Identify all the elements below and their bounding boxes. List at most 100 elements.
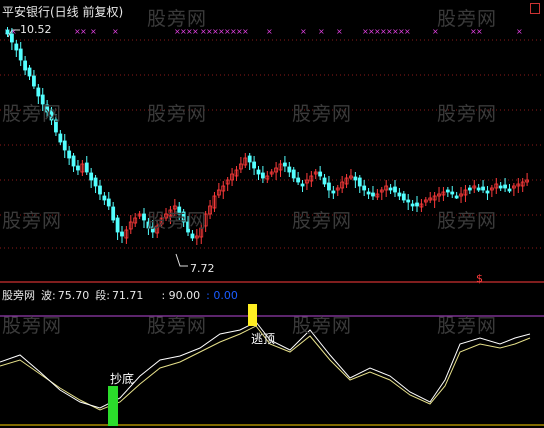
candle-body — [415, 202, 419, 207]
candle-body — [252, 161, 256, 169]
candle-body — [142, 213, 146, 221]
candle-body — [362, 185, 367, 191]
candle-body — [371, 192, 375, 197]
watermark: 股旁网 — [292, 315, 353, 337]
bottom-signal-label: 抄底 — [110, 372, 135, 386]
maximize-icon[interactable] — [530, 3, 540, 14]
candle-body — [454, 195, 459, 199]
indicator-header: 股旁网 波: 75.70 段: 71.71 : 90.00 : 0.00 — [2, 287, 244, 303]
top-signal-label: 逃顶 — [251, 332, 276, 346]
x-mark: × — [404, 27, 411, 36]
watermark: 股旁网 — [292, 210, 353, 232]
x-mark: × — [242, 27, 249, 36]
candle-body — [190, 233, 195, 239]
candle-body — [498, 185, 503, 189]
candle-body — [507, 188, 512, 192]
candle-body — [481, 186, 485, 191]
watermark: 股旁网 — [437, 210, 498, 232]
candle-body — [393, 186, 397, 193]
x-mark: × — [516, 27, 523, 36]
upper-level-value: : 90.00 — [161, 289, 201, 302]
segment-label: 段: — [95, 289, 110, 302]
candle-body — [10, 33, 14, 43]
candle-body — [388, 187, 393, 191]
dollar-marker: $ — [476, 272, 483, 285]
top-signal-bar — [248, 304, 257, 326]
watermark: 股旁网 — [2, 315, 63, 337]
x-mark: × — [90, 27, 97, 36]
x-mark: × — [300, 27, 307, 36]
watermark: 股旁网 — [147, 8, 208, 30]
candle-body — [32, 75, 36, 87]
watermark: 股旁网 — [147, 210, 208, 232]
wave-value: 75.70 — [57, 289, 90, 302]
candle-body — [450, 191, 455, 195]
candle-body — [260, 172, 265, 179]
candle-body — [318, 171, 323, 177]
candle-body — [14, 43, 19, 51]
candle-body — [467, 187, 472, 191]
price-high-label: 10.52 — [20, 23, 52, 36]
candle-body — [120, 231, 124, 237]
watermark: 股旁网 — [147, 103, 208, 125]
candle-body — [485, 190, 490, 194]
candle-body — [300, 183, 305, 187]
candle-body — [71, 155, 76, 167]
bottom-signal-bar — [108, 386, 118, 426]
x-mark: × — [80, 27, 87, 36]
x-mark: × — [336, 27, 343, 36]
candle-body — [27, 67, 32, 77]
x-mark: × — [266, 27, 273, 36]
candle-body — [327, 182, 331, 191]
candle-body — [445, 189, 450, 193]
watermark: 股旁网 — [2, 103, 63, 125]
candle-body — [503, 184, 507, 189]
x-mark: × — [112, 27, 119, 36]
candle-body — [406, 199, 411, 203]
candle-body — [62, 140, 67, 151]
candle-body — [256, 169, 261, 175]
candle-body — [115, 217, 120, 233]
candle-body — [247, 155, 252, 163]
watermark: 股旁网 — [147, 315, 208, 337]
low-pointer — [175, 253, 188, 267]
candle-body — [283, 162, 287, 167]
candle-body — [111, 206, 116, 221]
lower-level-value: : 0.00 — [206, 289, 238, 302]
segment-value: 71.71 — [111, 289, 144, 302]
watermark: 股旁网 — [2, 210, 63, 232]
watermark: 股旁网 — [437, 8, 498, 30]
candle-body — [98, 185, 102, 195]
candle-body — [291, 169, 296, 179]
candle-body — [84, 162, 89, 173]
candle-body — [296, 177, 301, 183]
candle-body — [397, 192, 402, 197]
wave-label: 波: — [41, 289, 56, 302]
candle-body — [76, 165, 80, 171]
candle-body — [357, 177, 362, 187]
chart-title: 平安银行(日线 前复权) — [2, 5, 124, 19]
candle-body — [58, 133, 63, 143]
watermark: 股旁网 — [437, 315, 498, 337]
candle-body — [287, 166, 292, 173]
candle-body — [89, 172, 94, 181]
candle-body — [366, 191, 371, 195]
candle-body — [476, 187, 481, 191]
indicator-name: 股旁网 — [2, 289, 35, 302]
candle-body — [23, 60, 28, 71]
candle-body — [93, 177, 98, 187]
candle-body — [401, 193, 406, 201]
candle-body — [102, 195, 107, 201]
candle-body — [331, 190, 336, 194]
candle-body — [353, 176, 358, 181]
candle-body — [5, 29, 10, 35]
candle-body — [36, 87, 41, 97]
candle-body — [106, 198, 111, 207]
price-low-label: 7.72 — [190, 262, 215, 275]
watermark: 股旁网 — [292, 103, 353, 125]
watermark: 股旁网 — [437, 103, 498, 125]
candle-body — [322, 177, 327, 185]
candle-body — [410, 203, 415, 207]
x-mark: × — [318, 27, 325, 36]
candle-body — [18, 48, 23, 61]
